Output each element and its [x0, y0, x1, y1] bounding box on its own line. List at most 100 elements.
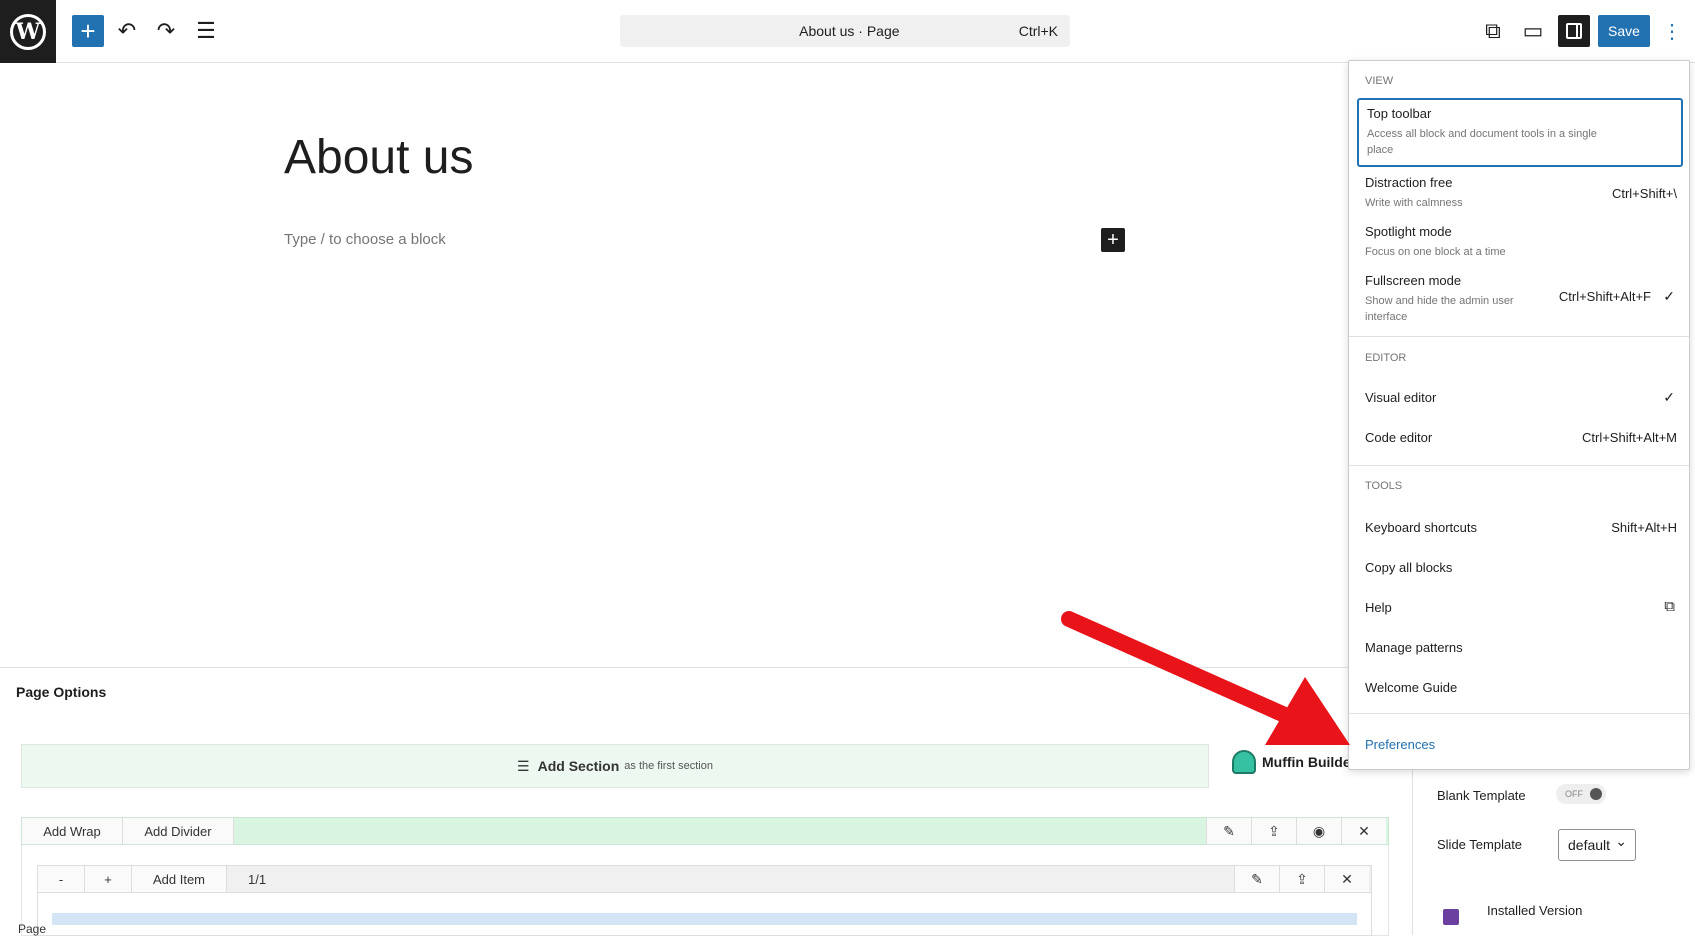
add-block-button[interactable]: +: [1101, 228, 1125, 252]
plus-icon: +: [80, 15, 96, 46]
external-link-icon: ⧉: [1485, 18, 1501, 43]
blank-template-label: Blank Template: [1437, 788, 1526, 803]
menu-item-label: Welcome Guide: [1365, 680, 1458, 695]
save-button[interactable]: Save: [1598, 15, 1650, 47]
menu-item-label: Manage patterns: [1365, 640, 1463, 655]
external-link-icon: ⧉: [1664, 598, 1675, 615]
item-toolbar: - + Add Item 1/1 ✎ ⇪ ✕: [37, 865, 1372, 893]
item-size-ratio: 1/1: [248, 872, 267, 887]
eye-icon: ◉: [1312, 822, 1326, 839]
builder-name: Muffin Builder: [1262, 754, 1357, 770]
increase-size-button[interactable]: +: [85, 866, 132, 892]
wordpress-logo-button[interactable]: W: [0, 0, 56, 63]
menu-item-label: Distraction free: [1365, 175, 1453, 190]
undo-icon: ↶: [117, 18, 137, 43]
plugin-icon: [1443, 909, 1459, 925]
item-edit-button[interactable]: ✎: [1234, 866, 1279, 892]
plus-icon: +: [1107, 228, 1119, 251]
desktop-icon: ▭: [1522, 18, 1544, 43]
menu-item-label: Keyboard shortcuts: [1365, 520, 1478, 535]
item-export-button[interactable]: ⇪: [1279, 866, 1324, 892]
section-icon: ☰: [517, 757, 530, 774]
menu-separator: [1349, 336, 1689, 337]
document-title: About us · Page: [799, 23, 900, 39]
close-icon: ✕: [1358, 822, 1370, 839]
menu-separator: [1349, 465, 1689, 466]
editor-group-label: EDITOR: [1365, 352, 1407, 364]
arrow-shaft: [1061, 611, 1304, 728]
add-section-button[interactable]: ☰ Add Section as the first section: [21, 744, 1209, 788]
add-section-label: Add Section: [537, 758, 620, 774]
menu-item-description: Focus on one block at a time: [1365, 246, 1506, 258]
page-options-title: Page Options: [16, 684, 107, 700]
view-page-button[interactable]: ⧉: [1477, 15, 1509, 47]
menu-item-help[interactable]: Help ⧉: [1357, 590, 1683, 626]
redo-button[interactable]: ↷: [150, 15, 182, 47]
menu-item-preferences[interactable]: Preferences: [1357, 727, 1683, 763]
item-placeholder-strip: [52, 913, 1357, 925]
wrap-delete-button[interactable]: ✕: [1341, 818, 1386, 844]
menu-item-visual-editor[interactable]: Visual editor ✓: [1357, 380, 1683, 416]
installed-version-label: Installed Version: [1487, 903, 1583, 918]
menu-item-label: Top toolbar: [1367, 106, 1432, 121]
redo-icon: ↷: [156, 18, 176, 43]
document-overview-button[interactable]: ☰: [190, 15, 222, 47]
menu-item-label: Fullscreen mode: [1365, 273, 1462, 288]
wrap-toolbar: Add Wrap Add Divider ✎ ⇪ ◉ ✕: [21, 817, 1389, 845]
add-section-hint: as the first section: [624, 760, 713, 772]
menu-item-fullscreen-mode[interactable]: Fullscreen mode Show and hide the admin …: [1357, 267, 1683, 329]
options-dropdown-menu: VIEW Top toolbar Access all block and do…: [1348, 60, 1690, 770]
decrease-size-button[interactable]: -: [38, 866, 85, 892]
menu-item-description: Write with calmness: [1365, 197, 1463, 209]
editor-top-bar: W + ↶ ↷ ☰ About us · Page Ctrl+K ⧉ ▭ Sav…: [0, 0, 1695, 63]
menu-separator: [1349, 713, 1689, 714]
menu-item-description: Show and hide the admin user interface: [1365, 295, 1514, 323]
wrap-visibility-button[interactable]: ◉: [1296, 818, 1341, 844]
menu-item-label: Copy all blocks: [1365, 560, 1453, 575]
check-icon: ✓: [1663, 288, 1675, 304]
menu-item-shortcut: Ctrl+Shift+Alt+F: [1558, 289, 1651, 304]
undo-button[interactable]: ↶: [111, 15, 143, 47]
menu-item-welcome-guide[interactable]: Welcome Guide: [1357, 670, 1683, 706]
pencil-icon: ✎: [1251, 870, 1263, 887]
wordpress-icon: W: [10, 13, 46, 50]
menu-item-copy-all-blocks[interactable]: Copy all blocks: [1357, 550, 1683, 586]
menu-item-label: Preferences: [1365, 737, 1436, 752]
menu-item-keyboard-shortcuts[interactable]: Keyboard shortcuts Shift+Alt+H: [1357, 510, 1683, 546]
options-menu-button[interactable]: ⋮: [1662, 15, 1682, 47]
wrap-edit-button[interactable]: ✎: [1206, 818, 1251, 844]
menu-item-label: Spotlight mode: [1365, 224, 1452, 239]
check-icon: ✓: [1663, 389, 1675, 405]
menu-item-description: Access all block and document tools in a…: [1367, 128, 1597, 156]
page-title[interactable]: About us: [284, 130, 473, 185]
footer-breadcrumb[interactable]: Page: [18, 922, 46, 936]
red-arrow-annotation: [1061, 611, 1350, 745]
add-wrap-button[interactable]: Add Wrap: [22, 818, 123, 844]
slide-template-select[interactable]: default: [1558, 829, 1636, 861]
share-icon: ⇪: [1268, 822, 1280, 839]
menu-item-manage-patterns[interactable]: Manage patterns: [1357, 630, 1683, 666]
blank-template-toggle[interactable]: OFF: [1556, 784, 1606, 804]
preview-button[interactable]: ▭: [1517, 15, 1549, 47]
settings-sidebar-toggle[interactable]: [1558, 15, 1590, 47]
menu-item-distraction-free[interactable]: Distraction free Write with calmness Ctr…: [1357, 169, 1683, 215]
wrap-export-button[interactable]: ⇪: [1251, 818, 1296, 844]
menu-item-top-toolbar[interactable]: Top toolbar Access all block and documen…: [1357, 98, 1683, 167]
menu-item-label: Help: [1365, 600, 1392, 615]
share-icon: ⇪: [1296, 870, 1308, 887]
command-palette-bar[interactable]: About us · Page Ctrl+K: [620, 15, 1070, 47]
item-delete-button[interactable]: ✕: [1324, 866, 1369, 892]
command-shortcut: Ctrl+K: [1018, 23, 1058, 39]
list-view-icon: ☰: [196, 18, 216, 43]
menu-item-shortcut: Shift+Alt+H: [1611, 520, 1677, 535]
block-inserter-button[interactable]: +: [72, 15, 104, 47]
block-placeholder[interactable]: Type / to choose a block: [284, 231, 446, 248]
view-group-label: VIEW: [1365, 75, 1394, 87]
menu-item-spotlight-mode[interactable]: Spotlight mode Focus on one block at a t…: [1357, 218, 1683, 264]
close-icon: ✕: [1341, 870, 1353, 887]
menu-item-shortcut: Ctrl+Shift+\: [1611, 186, 1677, 201]
menu-item-code-editor[interactable]: Code editor Ctrl+Shift+Alt+M: [1357, 420, 1683, 456]
add-divider-button[interactable]: Add Divider: [123, 818, 234, 844]
menu-item-shortcut: Ctrl+Shift+Alt+M: [1581, 430, 1677, 445]
add-item-button[interactable]: Add Item: [132, 866, 227, 892]
